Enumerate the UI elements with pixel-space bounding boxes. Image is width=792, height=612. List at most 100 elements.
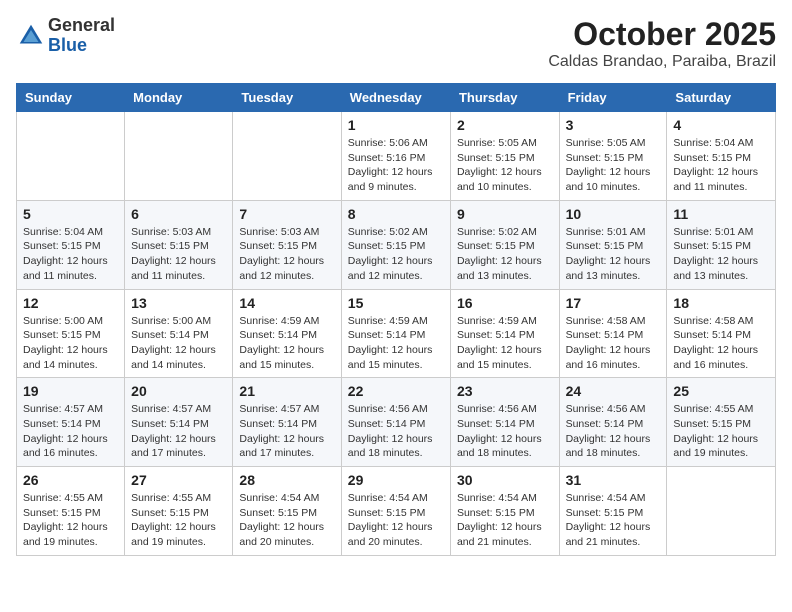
day-number: 28: [239, 472, 334, 488]
calendar-cell: 22 Sunrise: 4:56 AMSunset: 5:14 PMDayligh…: [341, 378, 450, 467]
day-number: 6: [131, 206, 226, 222]
day-info: Sunrise: 4:57 AMSunset: 5:14 PMDaylight:…: [239, 402, 334, 461]
header-row: SundayMondayTuesdayWednesdayThursdayFrid…: [17, 84, 776, 112]
day-number: 16: [457, 295, 553, 311]
month-title: October 2025: [548, 16, 776, 53]
day-number: 29: [348, 472, 444, 488]
day-info: Sunrise: 5:06 AMSunset: 5:16 PMDaylight:…: [348, 136, 444, 195]
day-info: Sunrise: 4:59 AMSunset: 5:14 PMDaylight:…: [348, 314, 444, 373]
day-info: Sunrise: 5:01 AMSunset: 5:15 PMDaylight:…: [566, 225, 661, 284]
day-info: Sunrise: 4:56 AMSunset: 5:14 PMDaylight:…: [457, 402, 553, 461]
day-number: 7: [239, 206, 334, 222]
calendar-cell: 16 Sunrise: 4:59 AMSunset: 5:14 PMDayligh…: [450, 289, 559, 378]
day-number: 30: [457, 472, 553, 488]
calendar-cell: 14Sunrise: 4:59 AMSunset: 5:14 PMDayligh…: [233, 289, 341, 378]
day-number: 19: [23, 383, 118, 399]
day-number: 4: [673, 117, 769, 133]
day-number: 14: [239, 295, 334, 311]
weekday-header: Friday: [559, 84, 667, 112]
calendar-header: SundayMondayTuesdayWednesdayThursdayFrid…: [17, 84, 776, 112]
calendar-cell: 3 Sunrise: 5:05 AMSunset: 5:15 PMDaylight…: [559, 112, 667, 201]
day-number: 31: [566, 472, 661, 488]
calendar-cell: 24Sunrise: 4:56 AMSunset: 5:14 PMDayligh…: [559, 378, 667, 467]
day-info: Sunrise: 4:58 AMSunset: 5:14 PMDaylight:…: [566, 314, 661, 373]
day-info: Sunrise: 5:01 AMSunset: 5:15 PMDaylight:…: [673, 225, 769, 284]
day-info: Sunrise: 5:05 AMSunset: 5:15 PMDaylight:…: [457, 136, 553, 195]
day-number: 12: [23, 295, 118, 311]
day-number: 18: [673, 295, 769, 311]
day-number: 15: [348, 295, 444, 311]
calendar-cell: 18 Sunrise: 4:58 AMSunset: 5:14 PMDayligh…: [667, 289, 776, 378]
calendar-cell: 15 Sunrise: 4:59 AMSunset: 5:14 PMDayligh…: [341, 289, 450, 378]
day-info: Sunrise: 4:58 AMSunset: 5:14 PMDaylight:…: [673, 314, 769, 373]
day-info: Sunrise: 4:54 AMSunset: 5:15 PMDaylight:…: [239, 491, 334, 550]
calendar-week: 19 Sunrise: 4:57 AMSunset: 5:14 PMDayligh…: [17, 378, 776, 467]
day-info: Sunrise: 5:04 AMSunset: 5:15 PMDaylight:…: [23, 225, 118, 284]
day-number: 20: [131, 383, 226, 399]
day-number: 8: [348, 206, 444, 222]
calendar-week: 26 Sunrise: 4:55 AMSunset: 5:15 PMDayligh…: [17, 467, 776, 556]
day-number: 23: [457, 383, 553, 399]
day-info: Sunrise: 4:54 AMSunset: 5:15 PMDaylight:…: [348, 491, 444, 550]
day-info: Sunrise: 4:59 AMSunset: 5:14 PMDaylight:…: [457, 314, 553, 373]
calendar-cell: 1 Sunrise: 5:06 AMSunset: 5:16 PMDaylight…: [341, 112, 450, 201]
calendar-cell: 23 Sunrise: 4:56 AMSunset: 5:14 PMDayligh…: [450, 378, 559, 467]
logo-general: General: [48, 16, 115, 36]
calendar-cell: 19Sunrise: 4:57 AMSunset: 5:14 PMDayligh…: [17, 378, 125, 467]
day-info: Sunrise: 5:02 AMSunset: 5:15 PMDaylight:…: [457, 225, 553, 284]
day-number: 1: [348, 117, 444, 133]
calendar-cell: 17 Sunrise: 4:58 AMSunset: 5:14 PMDayligh…: [559, 289, 667, 378]
day-info: Sunrise: 4:55 AMSunset: 5:15 PMDaylight:…: [131, 491, 226, 550]
day-info: Sunrise: 4:57 AMSunset: 5:14 PMDaylight:…: [131, 402, 226, 461]
day-number: 26: [23, 472, 118, 488]
logo-blue: Blue: [48, 36, 115, 56]
calendar-cell: [233, 112, 341, 201]
calendar-cell: 21Sunrise: 4:57 AMSunset: 5:14 PMDayligh…: [233, 378, 341, 467]
day-info: Sunrise: 4:54 AMSunset: 5:15 PMDaylight:…: [457, 491, 553, 550]
day-info: Sunrise: 4:56 AMSunset: 5:14 PMDaylight:…: [566, 402, 661, 461]
calendar-cell: [667, 467, 776, 556]
day-number: 13: [131, 295, 226, 311]
day-info: Sunrise: 5:04 AMSunset: 5:15 PMDaylight:…: [673, 136, 769, 195]
day-number: 17: [566, 295, 661, 311]
day-info: Sunrise: 4:56 AMSunset: 5:14 PMDaylight:…: [348, 402, 444, 461]
calendar-cell: 30 Sunrise: 4:54 AMSunset: 5:15 PMDayligh…: [450, 467, 559, 556]
day-number: 25: [673, 383, 769, 399]
weekday-header: Saturday: [667, 84, 776, 112]
day-number: 9: [457, 206, 553, 222]
calendar-week: 12Sunrise: 5:00 AMSunset: 5:15 PMDayligh…: [17, 289, 776, 378]
calendar-cell: 8Sunrise: 5:02 AMSunset: 5:15 PMDaylight…: [341, 200, 450, 289]
logo-icon: [16, 21, 46, 51]
day-number: 3: [566, 117, 661, 133]
day-number: 22: [348, 383, 444, 399]
calendar-cell: [125, 112, 233, 201]
weekday-header: Tuesday: [233, 84, 341, 112]
calendar-cell: 31 Sunrise: 4:54 AMSunset: 5:15 PMDayligh…: [559, 467, 667, 556]
day-info: Sunrise: 4:55 AMSunset: 5:15 PMDaylight:…: [673, 402, 769, 461]
calendar-cell: 29 Sunrise: 4:54 AMSunset: 5:15 PMDayligh…: [341, 467, 450, 556]
calendar: SundayMondayTuesdayWednesdayThursdayFrid…: [16, 83, 776, 556]
day-info: Sunrise: 4:54 AMSunset: 5:15 PMDaylight:…: [566, 491, 661, 550]
day-info: Sunrise: 5:03 AMSunset: 5:15 PMDaylight:…: [131, 225, 226, 284]
logo: General Blue: [16, 16, 115, 56]
calendar-cell: 9 Sunrise: 5:02 AMSunset: 5:15 PMDaylight…: [450, 200, 559, 289]
day-number: 5: [23, 206, 118, 222]
calendar-cell: 2 Sunrise: 5:05 AMSunset: 5:15 PMDaylight…: [450, 112, 559, 201]
calendar-cell: 13Sunrise: 5:00 AMSunset: 5:14 PMDayligh…: [125, 289, 233, 378]
weekday-header: Monday: [125, 84, 233, 112]
calendar-week: 5 Sunrise: 5:04 AMSunset: 5:15 PMDaylight…: [17, 200, 776, 289]
day-info: Sunrise: 4:55 AMSunset: 5:15 PMDaylight:…: [23, 491, 118, 550]
day-info: Sunrise: 5:05 AMSunset: 5:15 PMDaylight:…: [566, 136, 661, 195]
calendar-cell: [17, 112, 125, 201]
calendar-cell: 7Sunrise: 5:03 AMSunset: 5:15 PMDaylight…: [233, 200, 341, 289]
calendar-cell: 10Sunrise: 5:01 AMSunset: 5:15 PMDayligh…: [559, 200, 667, 289]
calendar-cell: 28 Sunrise: 4:54 AMSunset: 5:15 PMDayligh…: [233, 467, 341, 556]
calendar-cell: 27Sunrise: 4:55 AMSunset: 5:15 PMDayligh…: [125, 467, 233, 556]
location-title: Caldas Brandao, Paraiba, Brazil: [548, 53, 776, 71]
calendar-week: 1 Sunrise: 5:06 AMSunset: 5:16 PMDaylight…: [17, 112, 776, 201]
day-number: 2: [457, 117, 553, 133]
day-number: 11: [673, 206, 769, 222]
calendar-cell: 26 Sunrise: 4:55 AMSunset: 5:15 PMDayligh…: [17, 467, 125, 556]
calendar-cell: 20 Sunrise: 4:57 AMSunset: 5:14 PMDayligh…: [125, 378, 233, 467]
title-section: October 2025 Caldas Brandao, Paraiba, Br…: [548, 16, 776, 71]
